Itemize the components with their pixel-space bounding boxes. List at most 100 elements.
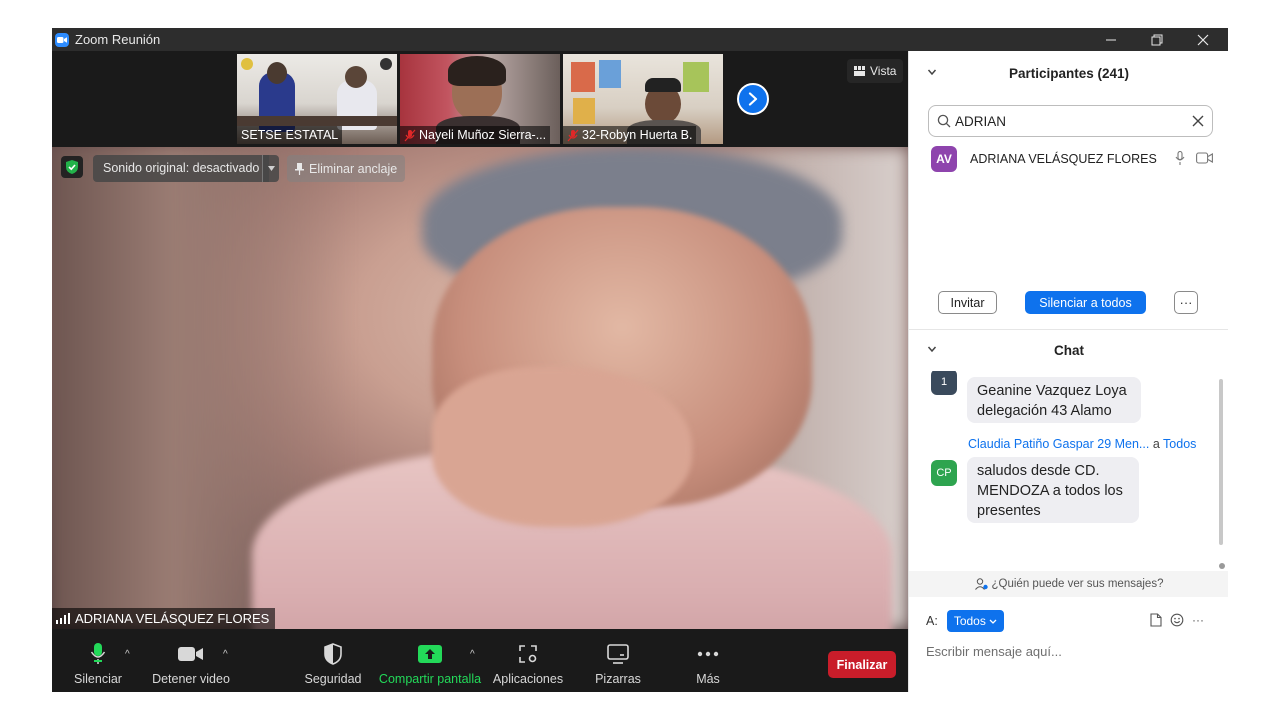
file-icon[interactable] xyxy=(1150,613,1162,627)
share-screen-button[interactable]: Compartir pantalla xyxy=(378,629,482,692)
chat-message: Geanine Vazquez Loya delegación 43 Alamo xyxy=(967,377,1141,423)
emoji-icon[interactable] xyxy=(1170,613,1184,627)
thumbnail-name: Nayeli Muñoz Sierra-... xyxy=(400,126,551,144)
clear-search-icon[interactable] xyxy=(1192,115,1204,127)
video-options-caret[interactable]: ^ xyxy=(223,649,228,660)
security-button[interactable]: Seguridad xyxy=(302,629,364,692)
apps-button[interactable]: Aplicaciones xyxy=(492,629,564,692)
zoom-app-icon xyxy=(55,32,69,47)
wall-drawing xyxy=(599,60,621,88)
invite-button[interactable]: Invitar xyxy=(938,291,997,314)
shield-icon xyxy=(324,640,342,668)
person-head xyxy=(267,62,287,84)
search-icon xyxy=(937,114,951,128)
chevron-down-icon[interactable] xyxy=(927,65,937,80)
active-speaker-video[interactable]: Sonido original: desactivado Eliminar an… xyxy=(52,147,908,629)
chat-message: saludos desde CD. MENDOZA a todos los pr… xyxy=(967,457,1139,523)
chat-recipient[interactable]: Todos xyxy=(1163,437,1196,451)
next-page-button[interactable] xyxy=(737,83,769,115)
participants-header: Participantes (241) xyxy=(909,57,1228,89)
share-screen-label: Compartir pantalla xyxy=(378,672,482,686)
participant-row[interactable]: AV ADRIANA VELÁSQUEZ FLORES xyxy=(909,145,1228,173)
chat-tools: ··· xyxy=(1150,613,1204,627)
microphone-icon xyxy=(90,640,106,668)
avatar: 1 xyxy=(931,371,957,395)
stop-video-button[interactable]: Detener video xyxy=(152,629,230,692)
thumbnail-strip: SETSE ESTATAL Nayeli Muñoz Sierra-... 32… xyxy=(52,51,908,147)
person-head xyxy=(345,66,367,88)
thumbnail-video[interactable]: 32-Robyn Huerta B. xyxy=(563,54,723,144)
encryption-badge[interactable] xyxy=(61,156,83,178)
whiteboards-label: Pizarras xyxy=(595,672,641,686)
wall-drawing xyxy=(571,62,595,92)
chat-recipient-prefix: a xyxy=(1152,437,1160,451)
to-label: A: xyxy=(926,614,938,628)
search-value: ADRIAN xyxy=(955,113,1007,129)
view-button[interactable]: Vista xyxy=(847,59,904,83)
end-meeting-button[interactable]: Finalizar xyxy=(828,651,896,678)
more-dots-icon xyxy=(697,640,719,668)
who-can-see-messages[interactable]: ¿Quién puede ver sus mensajes? xyxy=(909,571,1228,597)
chat-message-input[interactable] xyxy=(926,641,1216,661)
whiteboard-icon xyxy=(607,640,629,668)
mute-button[interactable]: Silenciar xyxy=(70,629,126,692)
pin-icon xyxy=(295,162,304,175)
mute-all-button[interactable]: Silenciar a todos xyxy=(1025,291,1146,314)
meeting-stage: SETSE ESTATAL Nayeli Muñoz Sierra-... 32… xyxy=(52,51,908,692)
chat-scrollbar[interactable] xyxy=(1219,379,1223,545)
meeting-toolbar: Silenciar ^ Detener video ^ Seguridad Co… xyxy=(52,629,908,692)
security-label: Seguridad xyxy=(304,672,362,686)
unpin-label: Eliminar anclaje xyxy=(309,161,398,176)
participants-title: Participantes (241) xyxy=(1008,65,1130,81)
audio-options-caret[interactable]: ^ xyxy=(125,649,130,660)
speaker-hand xyxy=(432,367,692,527)
avatar: CP xyxy=(931,460,957,486)
original-sound-dropdown[interactable] xyxy=(262,155,279,182)
mute-label: Silenciar xyxy=(74,672,122,686)
chat-more-button[interactable]: ··· xyxy=(1192,613,1204,627)
logo-emblem xyxy=(241,58,253,70)
chat-title: Chat xyxy=(1054,342,1084,358)
chat-messages: 1 Geanine Vazquez Loya delegación 43 Ala… xyxy=(909,371,1228,571)
video-camera-icon xyxy=(178,640,204,668)
participant-search-input[interactable]: ADRIAN xyxy=(928,105,1213,137)
chat-sender-line: Claudia Patiño Gaspar 29 Men... a Todos xyxy=(968,437,1196,451)
desk xyxy=(237,116,397,126)
whiteboards-button[interactable]: Pizarras xyxy=(592,629,644,692)
microphone-icon[interactable] xyxy=(1175,151,1185,166)
scroll-indicator xyxy=(1219,563,1225,569)
participant-name: ADRIANA VELÁSQUEZ FLORES xyxy=(970,152,1157,166)
side-panel: Participantes (241) ADRIAN AV ADRIANA VE… xyxy=(908,51,1228,692)
minimize-button[interactable] xyxy=(1088,28,1134,51)
signal-strength-icon xyxy=(56,613,70,624)
shield-check-icon xyxy=(66,160,78,174)
apps-label: Aplicaciones xyxy=(492,672,564,686)
original-sound-button[interactable]: Sonido original: desactivado xyxy=(93,155,270,182)
apps-icon xyxy=(518,640,538,668)
more-label: Más xyxy=(696,672,720,686)
thumbnail-video[interactable]: Nayeli Muñoz Sierra-... xyxy=(400,54,560,144)
stop-video-label: Detener video xyxy=(152,672,230,686)
participants-more-button[interactable]: ··· xyxy=(1174,291,1198,314)
chat-sender[interactable]: Claudia Patiño Gaspar 29 Men... xyxy=(968,437,1149,451)
recipient-dropdown[interactable]: Todos xyxy=(946,610,1004,632)
wall-drawing xyxy=(573,98,595,124)
panel-divider xyxy=(909,329,1228,330)
speaker-name-label: ADRIANA VELÁSQUEZ FLORES xyxy=(52,608,276,629)
thumbnail-name: 32-Robyn Huerta B. xyxy=(563,126,697,144)
chevron-right-icon xyxy=(748,92,758,106)
person-lock-icon xyxy=(974,578,988,590)
restore-button[interactable] xyxy=(1134,28,1180,51)
wall-drawing xyxy=(683,62,709,92)
thumbnail-video[interactable]: SETSE ESTATAL xyxy=(237,54,397,144)
more-button[interactable]: Más xyxy=(686,629,730,692)
person-cap xyxy=(645,78,681,92)
chevron-down-icon[interactable] xyxy=(927,342,937,357)
chevron-down-icon xyxy=(989,619,997,624)
view-button-label: Vista xyxy=(870,64,897,78)
close-button[interactable] xyxy=(1180,28,1226,51)
share-options-caret[interactable]: ^ xyxy=(470,649,475,660)
video-camera-icon[interactable] xyxy=(1196,152,1213,164)
grid-view-icon xyxy=(854,66,865,76)
unpin-button[interactable]: Eliminar anclaje xyxy=(287,155,406,182)
